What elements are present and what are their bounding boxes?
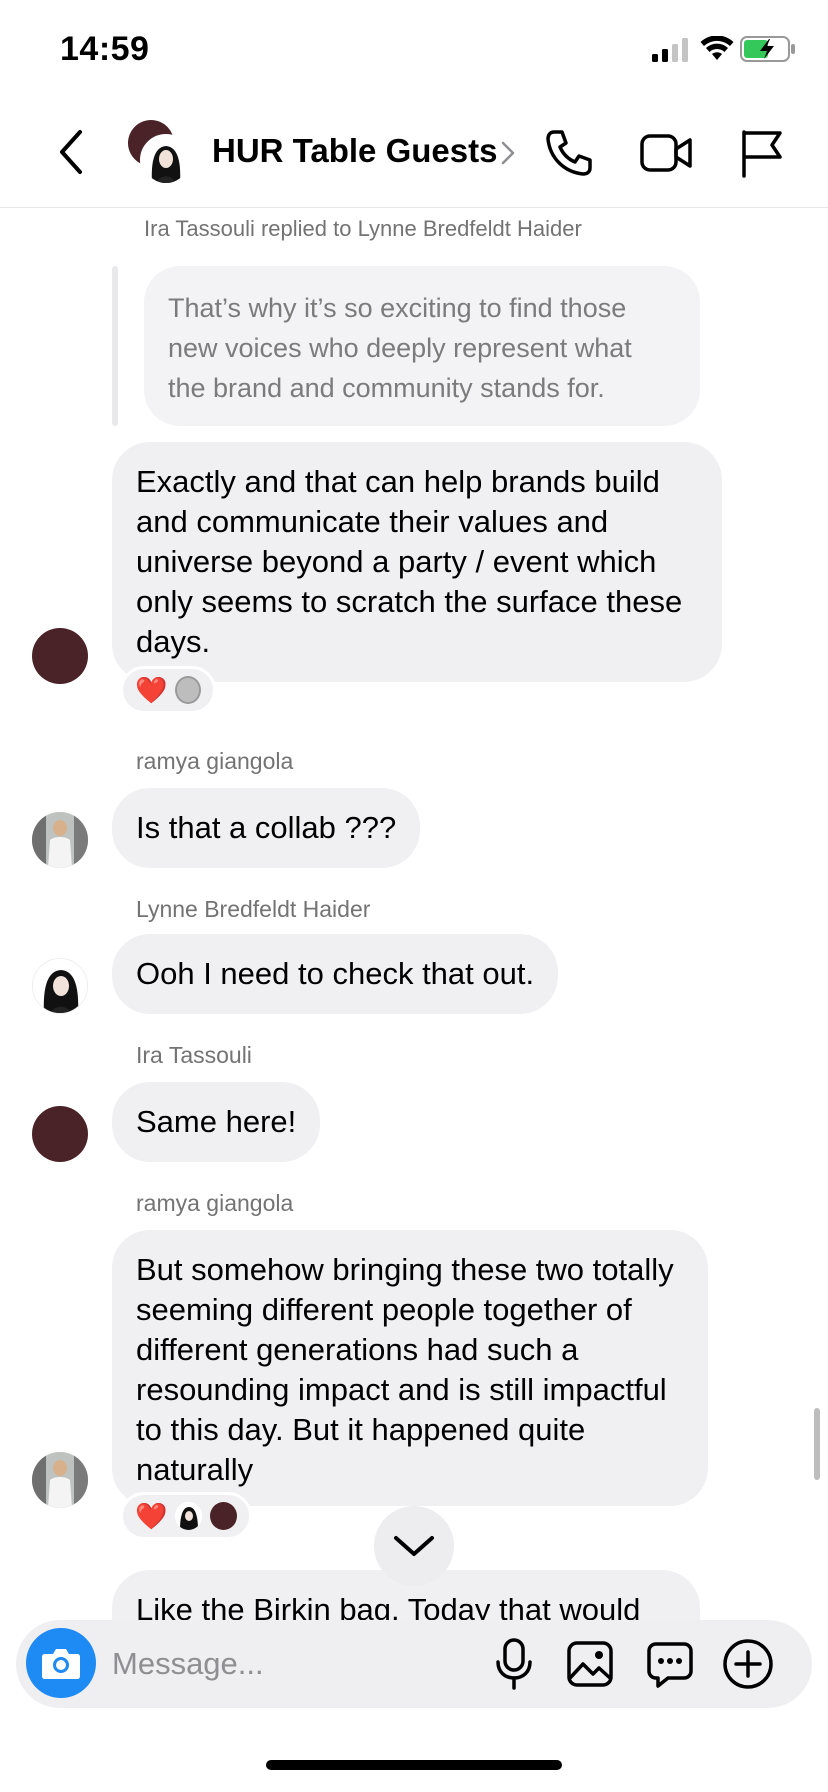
message-bubble[interactable]: Ooh I need to check that out.	[112, 934, 559, 1014]
thread-header: HUR Table Guests	[0, 100, 828, 208]
video-camera-icon[interactable]	[640, 130, 692, 176]
group-avatar-front	[140, 134, 192, 186]
image-icon[interactable]	[566, 1640, 614, 1688]
message-input[interactable]	[112, 1642, 472, 1686]
reactor-avatar	[175, 1502, 203, 1530]
plus-circle-icon[interactable]	[722, 1638, 774, 1690]
heart-reaction-icon: ❤️	[135, 675, 168, 705]
message-composer	[16, 1620, 812, 1708]
home-indicator	[266, 1760, 562, 1770]
message-bubble[interactable]: Same here!	[112, 1082, 321, 1162]
avatar[interactable]	[32, 1452, 88, 1508]
avatar[interactable]	[32, 1106, 88, 1162]
camera-button[interactable]	[26, 1628, 96, 1698]
thread-title[interactable]: HUR Table Guests	[212, 132, 497, 170]
sender-name: Ira Tassouli	[136, 1042, 252, 1068]
chevron-right-icon[interactable]	[500, 140, 516, 166]
reactions[interactable]: ❤️	[120, 666, 216, 714]
portrait-icon	[32, 812, 88, 868]
battery-charging-icon	[740, 36, 795, 62]
avatar[interactable]	[32, 812, 88, 868]
chevron-left-icon[interactable]	[52, 126, 92, 178]
flag-icon[interactable]	[740, 128, 784, 178]
avatar[interactable]	[32, 628, 88, 684]
status-time: 14:59	[60, 30, 150, 68]
cellular-signal-icon	[652, 38, 688, 62]
chat-bubble-icon[interactable]	[646, 1640, 694, 1688]
status-bar: 14:59	[0, 0, 828, 100]
chevron-down-icon	[394, 1536, 434, 1556]
sender-name: Lynne Bredfeldt Haider	[136, 896, 371, 922]
group-avatar[interactable]	[128, 120, 192, 186]
quoted-message[interactable]: That’s why it’s so exciting to find thos…	[144, 266, 700, 426]
message-bubble[interactable]: Is that a collab ???	[112, 788, 421, 868]
sender-name: ramya giangola	[136, 748, 294, 774]
reply-context: Ira Tassouli replied to Lynne Bredfeldt …	[144, 216, 582, 241]
reactor-avatar	[210, 1502, 237, 1530]
microphone-icon[interactable]	[492, 1638, 536, 1690]
reply-bar	[112, 266, 118, 426]
message-bubble[interactable]: Exactly and that can help brands build a…	[112, 442, 722, 682]
phone-icon[interactable]	[544, 128, 594, 178]
message-bubble[interactable]: But somehow bringing these two totally s…	[112, 1230, 708, 1506]
portrait-icon	[33, 959, 87, 1013]
portrait-icon	[32, 1452, 88, 1508]
avatar[interactable]	[32, 958, 88, 1014]
heart-reaction-icon: ❤️	[135, 1501, 168, 1531]
sender-name: ramya giangola	[136, 1190, 294, 1216]
portrait-icon	[143, 137, 189, 183]
camera-icon	[42, 1649, 80, 1679]
scroll-indicator[interactable]	[814, 1408, 820, 1480]
reactions[interactable]: ❤️	[120, 1492, 252, 1540]
reactor-avatar	[175, 676, 201, 704]
wifi-icon	[700, 36, 734, 60]
scroll-to-bottom-button[interactable]	[374, 1506, 454, 1586]
